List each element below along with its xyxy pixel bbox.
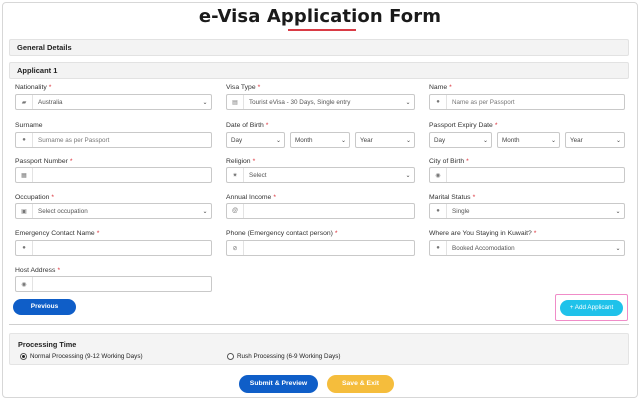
passport-expiry-label: Passport Expiry Date * — [429, 122, 498, 129]
user-icon: ● — [16, 241, 33, 255]
emergency-name-input[interactable]: ● — [15, 240, 212, 256]
occupation-label: Occupation * — [15, 194, 55, 201]
nationality-label: Nationality * — [15, 84, 52, 91]
user-icon: ● — [430, 241, 447, 255]
emergency-phone-input[interactable]: ⊘ — [226, 240, 415, 256]
chevron-down-icon: ⌄ — [405, 172, 411, 179]
name-input[interactable]: ● Name as per Passport — [429, 94, 625, 110]
globe-icon: ◉ — [430, 168, 447, 182]
radio-normal-processing[interactable]: Normal Processing (9-12 Working Days) — [20, 353, 143, 360]
host-address-input[interactable]: ◉ — [15, 276, 212, 292]
nationality-select[interactable]: ▰ Australia ⌄ — [15, 94, 212, 110]
dob-day-select[interactable]: Day ⌄ — [226, 132, 285, 148]
marital-status-select[interactable]: ● Single ⌄ — [429, 203, 625, 219]
section-applicant-1[interactable]: Applicant 1 — [9, 62, 629, 79]
globe-icon: ◉ — [16, 277, 33, 291]
name-label: Name * — [429, 84, 452, 91]
document-icon: ▤ — [227, 95, 244, 109]
staying-label: Where are You Staying in Kuwait? * — [429, 230, 537, 237]
title-underline — [288, 29, 356, 31]
chevron-down-icon: ⌄ — [405, 99, 411, 106]
religion-icon: ✷ — [227, 168, 244, 182]
dob-month-select[interactable]: Month ⌄ — [290, 132, 350, 148]
visa-type-select[interactable]: ▤ Tourist eVisa - 30 Days, Single entry … — [226, 94, 415, 110]
host-address-label: Host Address * — [15, 267, 61, 274]
chevron-down-icon: ⌄ — [405, 137, 412, 144]
expiry-day-select[interactable]: Day ⌄ — [429, 132, 492, 148]
flag-icon: ▰ — [16, 95, 33, 109]
phone-icon: ⊘ — [227, 241, 244, 255]
passport-number-input[interactable]: ▦ — [15, 167, 212, 183]
user-icon: ● — [430, 95, 447, 109]
chevron-down-icon: ⌄ — [615, 208, 621, 215]
chevron-down-icon: ⌄ — [482, 137, 489, 144]
surname-label: Surname — [15, 122, 43, 129]
submit-preview-button[interactable]: Submit & Preview — [239, 375, 318, 393]
expiry-year-select[interactable]: Year ⌄ — [565, 132, 625, 148]
radio-selected-icon — [20, 353, 27, 360]
radio-unselected-icon — [227, 353, 234, 360]
add-applicant-button[interactable]: + Add Applicant — [560, 300, 623, 316]
chevron-down-icon: ⌄ — [615, 137, 622, 144]
religion-label: Religion * — [226, 158, 256, 165]
at-icon: @ — [227, 204, 244, 218]
processing-time-title: Processing Time — [18, 340, 77, 349]
dob-year-select[interactable]: Year ⌄ — [355, 132, 415, 148]
chevron-down-icon: ⌄ — [275, 137, 282, 144]
section-general-details[interactable]: General Details — [9, 39, 629, 56]
marital-status-label: Marital Status * — [429, 194, 476, 201]
previous-button[interactable]: Previous — [13, 299, 76, 315]
religion-select[interactable]: ✷ Select ⌄ — [226, 167, 415, 183]
annual-income-input[interactable]: @ — [226, 203, 415, 219]
user-icon: ● — [16, 133, 33, 147]
chevron-down-icon: ⌄ — [550, 137, 557, 144]
chevron-down-icon: ⌄ — [615, 245, 621, 252]
city-of-birth-input[interactable]: ◉ — [429, 167, 625, 183]
radio-rush-processing[interactable]: Rush Processing (6-9 Working Days) — [227, 353, 340, 360]
save-exit-button[interactable]: Save & Exit — [327, 375, 394, 393]
chevron-down-icon: ⌄ — [340, 137, 347, 144]
passport-number-label: Passport Number * — [15, 158, 73, 165]
expiry-month-select[interactable]: Month ⌄ — [497, 132, 560, 148]
divider — [9, 324, 629, 325]
annual-income-label: Annual Income * — [226, 194, 276, 201]
chevron-down-icon: ⌄ — [202, 208, 208, 215]
add-applicant-highlight: + Add Applicant — [555, 294, 628, 321]
city-of-birth-label: City of Birth * — [429, 158, 469, 165]
emergency-name-label: Emergency Contact Name * — [15, 230, 100, 237]
briefcase-icon: ▣ — [16, 204, 33, 218]
user-icon: ● — [430, 204, 447, 218]
chevron-down-icon: ⌄ — [202, 99, 208, 106]
emergency-phone-label: Phone (Emergency contact person) * — [226, 230, 338, 237]
page-title: e-Visa Application Form — [198, 6, 442, 27]
dob-label: Date of Birth * — [226, 122, 269, 129]
occupation-select[interactable]: ▣ Select occupation ⌄ — [15, 203, 212, 219]
id-card-icon: ▦ — [16, 168, 33, 182]
surname-input[interactable]: ● Surname as per Passport — [15, 132, 212, 148]
processing-time-panel: Processing Time Normal Processing (9-12 … — [9, 333, 629, 365]
visa-type-label: Visa Type * — [226, 84, 261, 91]
staying-select[interactable]: ● Booked Accomodation ⌄ — [429, 240, 625, 256]
